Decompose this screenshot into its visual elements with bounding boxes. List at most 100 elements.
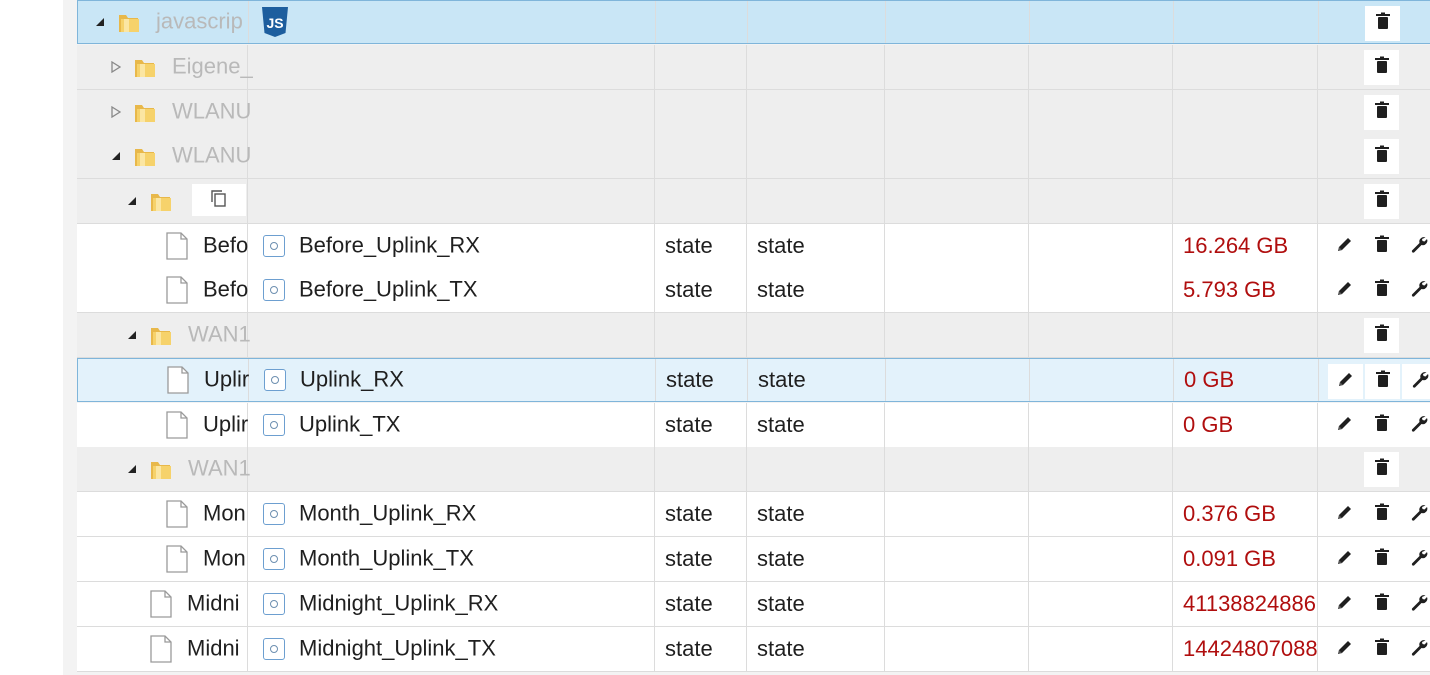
column-divider <box>1172 313 1173 357</box>
table-row[interactable]: Uplir Uplink_RX state state 0 GB <box>77 358 1430 402</box>
tree-folder-row[interactable]: javascrip JS <box>77 0 1430 44</box>
state-id-icon <box>263 279 285 301</box>
object-name: Midni <box>187 590 240 616</box>
collapse-toggle-icon[interactable] <box>126 329 138 341</box>
delete-button[interactable] <box>1364 273 1399 308</box>
tree-folder-row[interactable]: WAN1 <box>77 447 1430 492</box>
edit-button[interactable] <box>1328 364 1363 399</box>
settings-button[interactable] <box>1401 587 1430 622</box>
column-divider <box>746 403 747 447</box>
delete-button[interactable] <box>1364 452 1399 487</box>
column-divider <box>247 627 248 671</box>
column-divider <box>1317 90 1318 134</box>
expand-toggle-icon[interactable] <box>110 106 122 118</box>
table-row[interactable]: Befo Before_Uplink_RX state state 16.264 GB <box>77 224 1430 269</box>
wrench-icon <box>1409 547 1429 572</box>
delete-button[interactable] <box>1364 50 1399 85</box>
value-cell[interactable]: 0.091 GB <box>1183 537 1321 581</box>
delete-button[interactable] <box>1364 229 1399 264</box>
delete-button[interactable] <box>1364 184 1399 219</box>
svg-text:JS: JS <box>266 15 283 31</box>
settings-button[interactable] <box>1401 632 1430 667</box>
copy-id-button[interactable] <box>192 184 246 216</box>
table-row[interactable]: Uplir Uplink_TX state state 0 GB <box>77 403 1430 448</box>
role-cell: state <box>757 546 805 571</box>
settings-button[interactable] <box>1401 542 1430 577</box>
file-icon <box>149 590 173 618</box>
column-divider <box>655 1 656 43</box>
column-divider <box>746 134 747 178</box>
wrench-icon <box>1409 234 1429 259</box>
delete-button[interactable] <box>1364 542 1399 577</box>
delete-button[interactable] <box>1364 632 1399 667</box>
column-divider <box>1028 492 1029 536</box>
column-divider <box>1172 537 1173 581</box>
delete-button[interactable] <box>1364 95 1399 130</box>
value-cell[interactable]: 41138824886 <box>1183 582 1321 626</box>
folder-icon <box>148 322 174 348</box>
table-row[interactable]: Mon Month_Uplink_TX state state 0.091 GB <box>77 537 1430 582</box>
trash-icon <box>1372 144 1392 169</box>
tree-folder-row[interactable]: Eigene_ <box>77 45 1430 90</box>
delete-button[interactable] <box>1365 364 1400 399</box>
column-divider <box>1172 492 1173 536</box>
column-divider <box>654 403 655 447</box>
folder-icon <box>116 9 142 35</box>
edit-button[interactable] <box>1327 408 1362 443</box>
value-cell[interactable]: 0.376 GB <box>1183 492 1321 536</box>
value-cell[interactable]: 0 GB <box>1183 403 1321 447</box>
column-divider <box>884 90 885 134</box>
settings-button[interactable] <box>1401 273 1430 308</box>
edit-button[interactable] <box>1327 587 1362 622</box>
settings-button[interactable] <box>1401 229 1430 264</box>
state-id-icon <box>263 503 285 525</box>
tree-folder-row[interactable]: WAN1 <box>77 313 1430 358</box>
edit-button[interactable] <box>1327 497 1362 532</box>
wrench-icon <box>1409 278 1429 303</box>
object-id: Month_Uplink_RX <box>299 500 477 526</box>
delete-button[interactable] <box>1364 318 1399 353</box>
role-cell: state <box>757 636 805 661</box>
object-id: Uplink_RX <box>300 366 404 392</box>
settings-button[interactable] <box>1401 497 1430 532</box>
pencil-icon <box>1335 502 1355 527</box>
collapse-toggle-icon[interactable] <box>110 150 122 162</box>
collapse-toggle-icon[interactable] <box>94 16 106 28</box>
state-id-icon <box>264 369 286 391</box>
wrench-icon <box>1409 637 1429 662</box>
column-divider <box>746 45 747 89</box>
delete-button[interactable] <box>1364 139 1399 174</box>
edit-button[interactable] <box>1327 273 1362 308</box>
delete-button[interactable] <box>1364 408 1399 443</box>
edit-button[interactable] <box>1327 632 1362 667</box>
expand-toggle-icon[interactable] <box>110 61 122 73</box>
value-cell[interactable]: 0 GB <box>1184 359 1322 401</box>
table-row[interactable]: Midni Midnight_Uplink_TX state state 1442480… <box>77 627 1430 672</box>
delete-button[interactable] <box>1364 497 1399 532</box>
edit-button[interactable] <box>1327 229 1362 264</box>
edit-button[interactable] <box>1327 542 1362 577</box>
javascript-icon: JS <box>261 6 289 38</box>
table-row[interactable]: Befo Before_Uplink_TX state state 5.793 GB <box>77 268 1430 313</box>
table-row[interactable]: Midni Midnight_Uplink_RX state state 4113882… <box>77 582 1430 627</box>
collapse-toggle-icon[interactable] <box>126 463 138 475</box>
value-cell[interactable]: 5.793 GB <box>1183 268 1321 312</box>
column-divider <box>1028 268 1029 312</box>
delete-button[interactable] <box>1364 587 1399 622</box>
settings-button[interactable] <box>1401 408 1430 443</box>
tree-folder-row[interactable]: WLANU <box>77 134 1430 179</box>
object-tree-grid: javascrip JS Eigene_ WLANU WLANU Befo Before_U… <box>63 0 1430 675</box>
folder-icon <box>148 456 174 482</box>
tree-folder-row[interactable] <box>77 179 1430 224</box>
tree-folder-row[interactable]: WLANU <box>77 90 1430 135</box>
collapse-toggle-icon[interactable] <box>126 195 138 207</box>
column-divider <box>654 627 655 671</box>
role-cell: state <box>757 591 805 616</box>
value-cell[interactable]: 16.264 GB <box>1183 224 1321 268</box>
delete-button[interactable] <box>1365 6 1400 41</box>
value-cell[interactable]: 14424807088 <box>1183 627 1321 671</box>
settings-button[interactable] <box>1402 364 1430 399</box>
column-divider <box>747 359 748 401</box>
folder-icon <box>132 143 158 169</box>
table-row[interactable]: Mon Month_Uplink_RX state state 0.376 GB <box>77 492 1430 537</box>
